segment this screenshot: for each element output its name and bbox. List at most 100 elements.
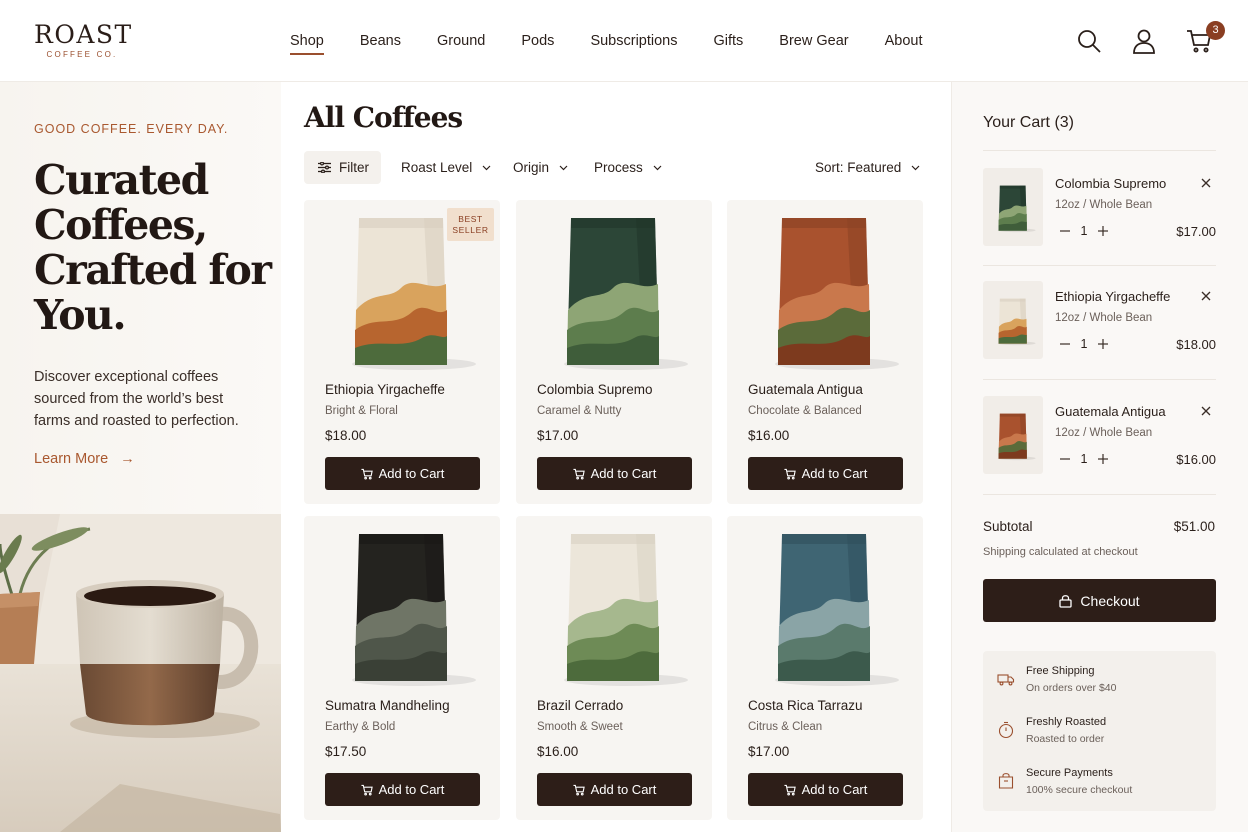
hero-panel: GOOD COFFEE. EVERY DAY. Curated Coffees,…	[0, 82, 281, 832]
add-to-cart-label: Add to Cart	[590, 466, 657, 481]
filter-bar: Filter Roast Level Origin Process Sort: …	[304, 151, 924, 184]
cart-item-option: 12oz / Whole Bean	[1055, 312, 1153, 324]
product-name[interactable]: Colombia Supremo	[537, 382, 653, 397]
add-to-cart-button[interactable]: Add to Cart	[537, 457, 692, 490]
cart-item-name[interactable]: Guatemala Antigua	[1055, 404, 1166, 419]
brand-name: ROAST	[34, 20, 133, 49]
plus-icon[interactable]	[1097, 337, 1109, 351]
remove-item-icon[interactable]	[1200, 177, 1212, 189]
add-to-cart-button[interactable]: Add to Cart	[325, 457, 480, 490]
cart-item-thumbnail	[983, 168, 1043, 246]
product-image[interactable]	[516, 516, 712, 692]
minus-icon[interactable]	[1059, 224, 1071, 238]
quantity-value: 1	[1080, 337, 1088, 351]
cart-item-name[interactable]: Ethiopia Yirgacheffe	[1055, 289, 1170, 304]
remove-item-icon[interactable]	[1200, 290, 1212, 302]
chevron-down-icon	[653, 165, 662, 170]
product-card[interactable]: BEST SELLER Ethiopia Yirgacheffe Bright …	[304, 200, 500, 504]
product-card[interactable]: Costa Rica Tarrazu Citrus & Clean $17.00…	[727, 516, 923, 820]
minus-icon[interactable]	[1059, 452, 1071, 466]
brand-tagline: COFFEE CO.	[46, 50, 118, 59]
process-dropdown[interactable]: Process	[594, 151, 662, 184]
truck-icon	[997, 674, 1015, 686]
cart-icon	[784, 468, 796, 480]
dropdown-label: Roast Level	[401, 160, 473, 175]
add-to-cart-button[interactable]: Add to Cart	[748, 773, 903, 806]
learn-more-label: Learn More	[34, 451, 109, 467]
roast-level-dropdown[interactable]: Roast Level	[401, 151, 491, 184]
coffee-bag-illustration	[997, 185, 1036, 233]
cart-item: Ethiopia Yirgacheffe 12oz / Whole Bean 1…	[983, 281, 1216, 381]
product-image[interactable]	[304, 516, 500, 692]
product-price: $17.00	[748, 744, 790, 759]
cart-item-name[interactable]: Colombia Supremo	[1055, 176, 1166, 191]
cart-item: Colombia Supremo 12oz / Whole Bean 1 $17…	[983, 168, 1216, 268]
cart-item-thumbnail	[983, 281, 1043, 359]
product-name[interactable]: Guatemala Antigua	[748, 382, 863, 397]
product-name[interactable]: Brazil Cerrado	[537, 698, 623, 713]
nav-beans[interactable]: Beans	[360, 33, 401, 49]
product-image[interactable]	[516, 200, 712, 376]
checkout-button[interactable]: Checkout	[983, 579, 1216, 622]
product-image[interactable]	[727, 516, 923, 692]
nav-subscriptions[interactable]: Subscriptions	[590, 33, 677, 49]
hero-title-line: Coffees,	[34, 201, 208, 249]
product-price: $17.00	[537, 428, 579, 443]
product-card[interactable]: Brazil Cerrado Smooth & Sweet $16.00 Add…	[516, 516, 712, 820]
plus-icon[interactable]	[1097, 224, 1109, 238]
coffee-bag-illustration	[564, 218, 688, 370]
perk-item: Secure Payments 100% secure checkout	[983, 767, 1216, 807]
add-to-cart-button[interactable]: Add to Cart	[537, 773, 692, 806]
nav-brew-gear[interactable]: Brew Gear	[779, 33, 848, 49]
badge-line: BEST	[458, 214, 483, 224]
product-card[interactable]: Guatemala Antigua Chocolate & Balanced $…	[727, 200, 923, 504]
plus-icon[interactable]	[1097, 452, 1109, 466]
brand-logo[interactable]: ROAST COFFEE CO.	[34, 20, 133, 60]
product-name[interactable]: Ethiopia Yirgacheffe	[325, 382, 445, 397]
bag-icon	[998, 773, 1014, 789]
cart-count-badge: 3	[1206, 21, 1225, 40]
shipping-note: Shipping calculated at checkout	[983, 546, 1138, 558]
divider	[983, 265, 1216, 266]
minus-icon[interactable]	[1059, 337, 1071, 351]
learn-more-link[interactable]: Learn More →	[34, 451, 135, 467]
lock-icon	[1059, 594, 1073, 608]
add-to-cart-button[interactable]: Add to Cart	[748, 457, 903, 490]
timer-icon	[998, 721, 1014, 739]
product-image[interactable]	[727, 200, 923, 376]
cart-icon	[361, 468, 373, 480]
nav-ground[interactable]: Ground	[437, 33, 485, 49]
product-name[interactable]: Sumatra Mandheling	[325, 698, 450, 713]
add-to-cart-label: Add to Cart	[801, 466, 868, 481]
hero-title: Curated Coffees, Crafted for You.	[34, 158, 274, 338]
origin-dropdown[interactable]: Origin	[513, 151, 568, 184]
nav-pods[interactable]: Pods	[521, 33, 554, 49]
arrow-right-icon: →	[120, 451, 135, 467]
sort-dropdown[interactable]: Sort: Featured	[815, 151, 920, 184]
hero-title-line: Curated	[34, 156, 209, 204]
sort-label: Sort: Featured	[815, 160, 902, 175]
filter-button[interactable]: Filter	[304, 151, 381, 184]
product-name[interactable]: Costa Rica Tarrazu	[748, 698, 863, 713]
site-header: ROAST COFFEE CO. Shop Beans Ground Pods …	[0, 0, 1248, 82]
account-icon[interactable]	[1131, 28, 1157, 54]
page-title: All Coffees	[304, 101, 463, 134]
perk-subtitle: On orders over $40	[1026, 682, 1117, 694]
product-tasting-notes: Chocolate & Balanced	[748, 405, 862, 417]
product-card[interactable]: Sumatra Mandheling Earthy & Bold $17.50 …	[304, 516, 500, 820]
add-to-cart-button[interactable]: Add to Cart	[325, 773, 480, 806]
perk-subtitle: 100% secure checkout	[1026, 784, 1133, 796]
remove-item-icon[interactable]	[1200, 405, 1212, 417]
nav-shop[interactable]: Shop	[290, 33, 324, 55]
cart-title: Your Cart (3)	[983, 114, 1074, 131]
product-price: $16.00	[748, 428, 790, 443]
nav-gifts[interactable]: Gifts	[713, 33, 743, 49]
product-tasting-notes: Earthy & Bold	[325, 721, 396, 733]
product-tasting-notes: Bright & Floral	[325, 405, 398, 417]
perk-subtitle: Roasted to order	[1026, 733, 1105, 745]
coffee-mug-illustration	[0, 514, 281, 832]
search-icon[interactable]	[1076, 28, 1102, 54]
product-tasting-notes: Caramel & Nutty	[537, 405, 622, 417]
nav-about[interactable]: About	[885, 33, 923, 49]
product-card[interactable]: Colombia Supremo Caramel & Nutty $17.00 …	[516, 200, 712, 504]
